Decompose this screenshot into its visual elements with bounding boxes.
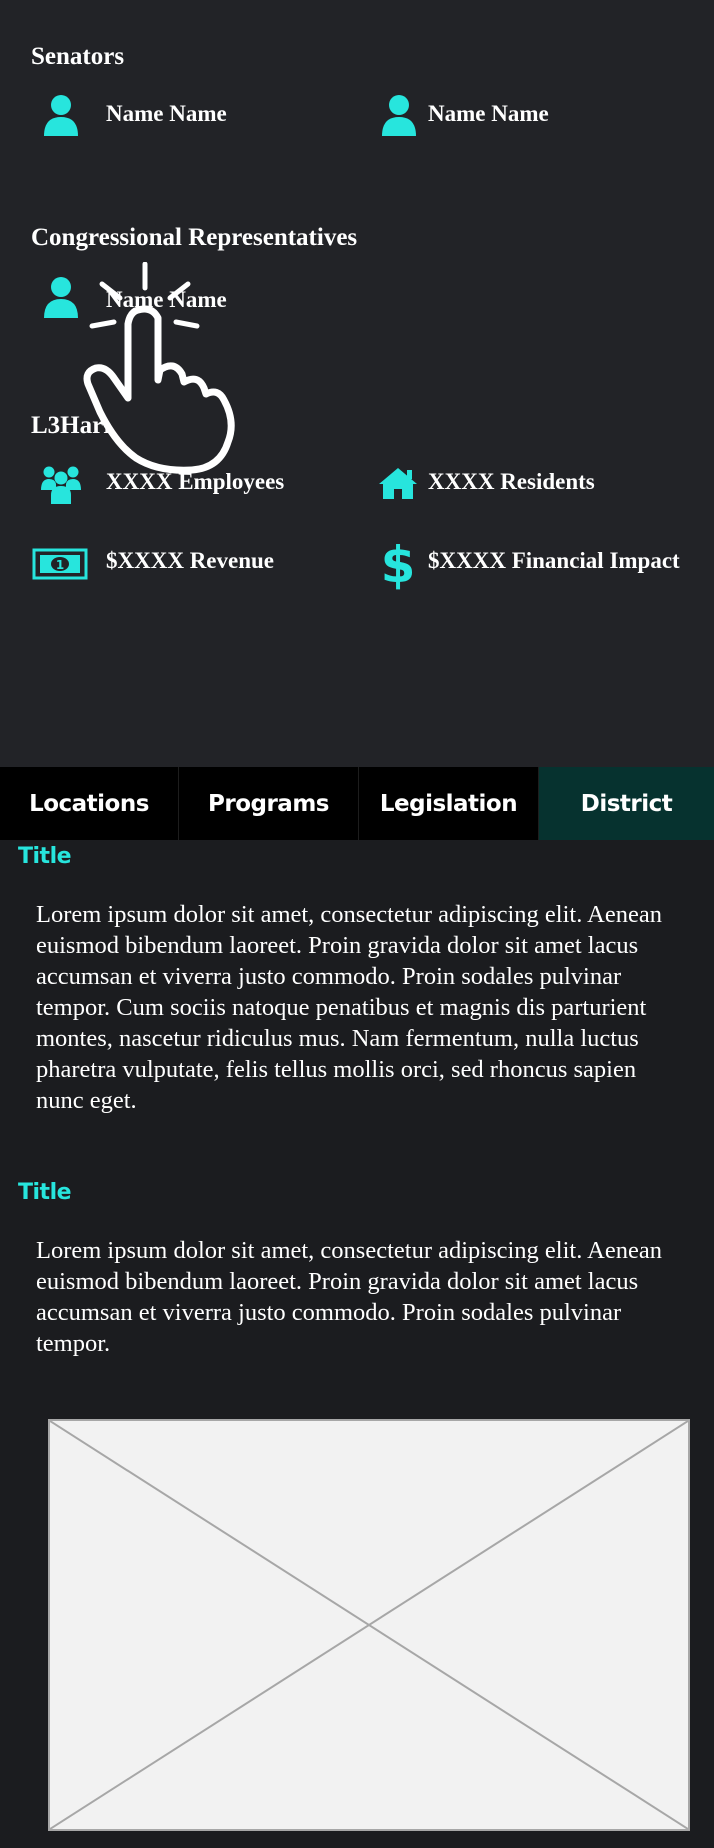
residents-stat: XXXX Residents: [428, 469, 595, 494]
senator-name-1[interactable]: Name Name: [106, 101, 227, 127]
person-icon: [42, 94, 80, 141]
dollar-sign-icon: $: [381, 536, 416, 595]
revenue-stat: $XXXX Revenue: [106, 548, 275, 573]
house-icon: [378, 466, 418, 505]
section-body-1: Lorem ipsum dolor sit amet, consectetur …: [36, 901, 662, 1114]
section-title-2: Title: [18, 1180, 72, 1205]
senators-heading: Senators: [31, 43, 125, 70]
svg-text:$: $: [384, 536, 412, 590]
tab-legislation[interactable]: Legislation: [359, 767, 539, 840]
section-body-2: Lorem ipsum dolor sit amet, consectetur …: [36, 1237, 662, 1357]
money-bill-icon: 1: [32, 548, 88, 585]
image-placeholder: [48, 1419, 690, 1831]
senator-name-2[interactable]: Name Name: [428, 101, 549, 127]
person-icon: [42, 276, 80, 323]
financial-impact-stat: $XXXX Financial Impact: [428, 548, 680, 573]
people-group-icon: [40, 464, 82, 509]
tab-district[interactable]: District: [539, 767, 714, 840]
section-title-1: Title: [18, 844, 72, 869]
tab-locations[interactable]: Locations: [0, 767, 179, 840]
person-icon: [380, 94, 418, 141]
tab-bar: Locations Programs Legislation District: [0, 767, 714, 840]
image-placeholder-icon: [50, 1421, 688, 1829]
tap-cursor-icon: [80, 261, 250, 487]
tab-programs[interactable]: Programs: [179, 767, 359, 840]
representatives-heading: Congressional Representatives: [31, 224, 358, 251]
svg-text:1: 1: [56, 558, 64, 572]
